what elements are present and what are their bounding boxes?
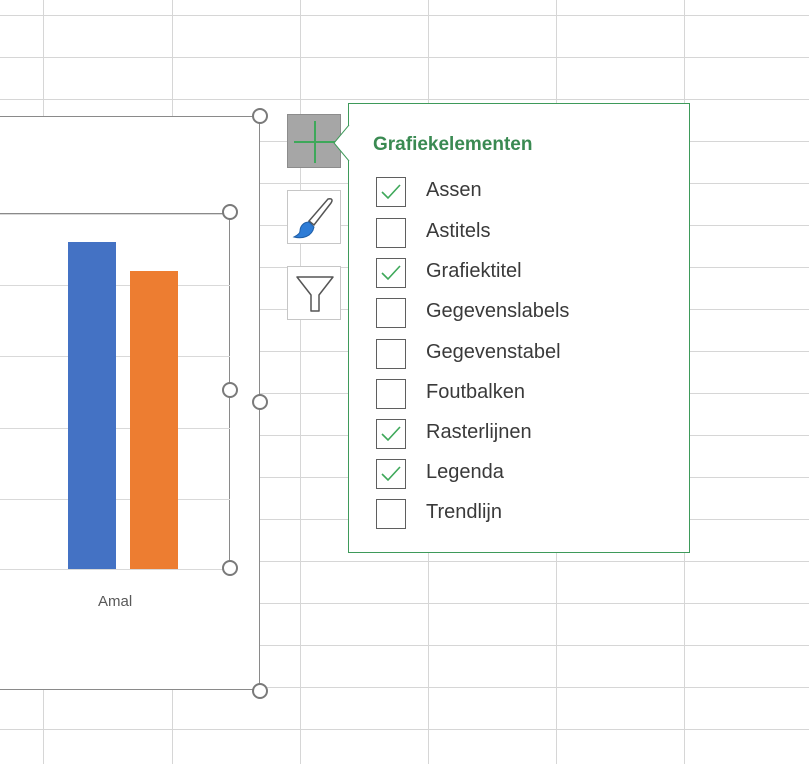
checkbox[interactable] [376, 339, 406, 369]
option-label: Gegevenstabel [426, 341, 561, 363]
checkbox[interactable] [376, 379, 406, 409]
option-foutbalken[interactable]: Foutbalken [376, 378, 676, 410]
option-grafiektitel[interactable]: Grafiektitel [376, 257, 676, 289]
option-rasterlijnen[interactable]: Rasterlijnen [376, 418, 676, 450]
plot-resize-handle-right[interactable] [222, 382, 238, 398]
chart-resize-handle-right[interactable] [252, 394, 268, 410]
plot-svg [0, 214, 230, 570]
chart-resize-handle-top-right[interactable] [252, 108, 268, 124]
option-label: Astitels [426, 220, 491, 242]
chart-filters-button[interactable] [287, 266, 341, 320]
option-label: Trendlijn [426, 501, 502, 523]
checkbox[interactable] [376, 459, 406, 489]
option-label: Assen [426, 179, 482, 201]
option-label: Legenda [426, 461, 504, 483]
funnel-icon [296, 276, 334, 312]
option-label: Gegevenslabels [426, 300, 570, 322]
option-label: Rasterlijnen [426, 421, 532, 443]
option-label: Grafiektitel [426, 260, 522, 282]
checkmark-icon [381, 184, 401, 200]
option-gegevenslabels[interactable]: Gegevenslabels [376, 297, 676, 329]
option-legenda[interactable]: Legenda [376, 458, 676, 490]
bar-series-2[interactable] [130, 271, 178, 570]
checkbox[interactable] [376, 419, 406, 449]
bar-series-1[interactable] [68, 242, 116, 570]
plot-resize-handle-bottom-right[interactable] [222, 560, 238, 576]
chart-area[interactable]: Amal [0, 116, 260, 690]
checkbox[interactable] [376, 177, 406, 207]
checkmark-icon [381, 466, 401, 482]
checkmark-icon [381, 426, 401, 442]
chart-elements-panel: Grafiekelementen Assen Astitels Grafiektit… [348, 103, 690, 553]
checkbox[interactable] [376, 258, 406, 288]
checkbox[interactable] [376, 499, 406, 529]
option-trendlijn[interactable]: Trendlijn [376, 498, 676, 530]
category-axis-label: Amal [98, 593, 133, 610]
spreadsheet-canvas: Amal Grafiekelementen Assen Astitels Grafi… [0, 0, 809, 764]
option-assen[interactable]: Assen [376, 176, 676, 208]
plot-area[interactable] [0, 213, 230, 570]
checkbox[interactable] [376, 298, 406, 328]
paintbrush-icon [292, 198, 333, 239]
option-label: Foutbalken [426, 381, 525, 403]
option-astitels[interactable]: Astitels [376, 217, 676, 249]
flyout-pointer [333, 125, 351, 161]
option-gegevenstabel[interactable]: Gegevenstabel [376, 338, 676, 370]
chart-resize-handle-bottom-right[interactable] [252, 683, 268, 699]
plot-resize-handle-top-right[interactable] [222, 204, 238, 220]
panel-title: Grafiekelementen [373, 134, 533, 155]
chart-styles-button[interactable] [287, 190, 341, 244]
checkbox[interactable] [376, 218, 406, 248]
checkmark-icon [381, 265, 401, 281]
